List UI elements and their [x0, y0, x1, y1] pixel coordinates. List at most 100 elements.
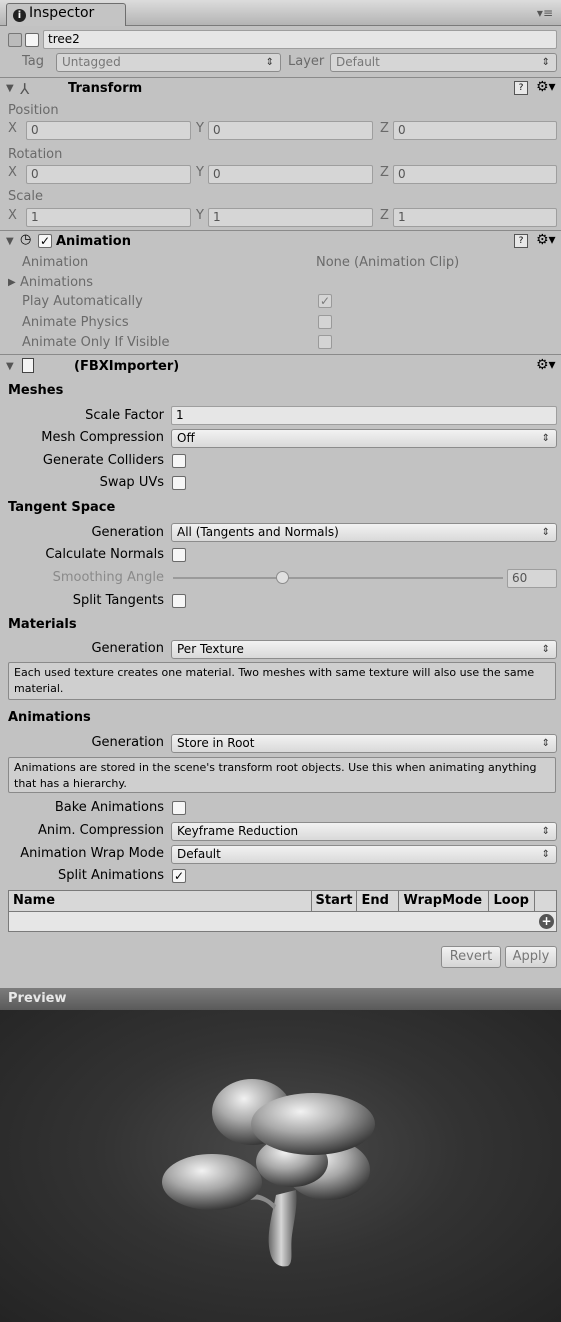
help-icon[interactable]: ? [514, 234, 528, 248]
animation-enabled-checkbox[interactable]: ✓ [38, 234, 52, 248]
animations-foldout-label[interactable]: Animations [20, 275, 93, 290]
split-animations-checkbox[interactable]: ✓ [172, 869, 186, 883]
object-name-input[interactable]: tree2 [43, 30, 557, 49]
clock-icon: ◷ [20, 232, 32, 247]
position-label: Position [8, 103, 59, 118]
generate-colliders-checkbox[interactable] [172, 454, 186, 468]
foldout-arrow-icon[interactable]: ▼ [6, 361, 14, 372]
axis-y-label: Y [196, 165, 204, 180]
tab-title: Inspector [29, 5, 95, 21]
divider [0, 77, 561, 78]
materials-help-box: Each used texture creates one material. … [8, 662, 556, 700]
anim-compression-label: Anim. Compression [37, 823, 164, 838]
divider [0, 354, 561, 355]
revert-button[interactable]: Revert [441, 946, 501, 968]
smoothing-angle-slider-track[interactable] [173, 577, 503, 579]
tag-value: Untagged [62, 55, 121, 69]
tab-inspector[interactable]: i Inspector [6, 3, 126, 26]
calculate-normals-checkbox[interactable] [172, 548, 186, 562]
gear-icon[interactable]: ⚙▾ [536, 232, 556, 248]
column-header-wrapmode: WrapMode [398, 891, 490, 911]
smoothing-angle-slider-thumb[interactable] [275, 571, 289, 584]
play-auto-label: Play Automatically [22, 294, 143, 309]
materials-generation-dropdown[interactable]: Per Texture ⇕ [171, 640, 557, 659]
swap-uvs-checkbox[interactable] [172, 476, 186, 490]
split-tangents-checkbox[interactable] [172, 594, 186, 608]
scale-z-input[interactable]: 1 [393, 208, 557, 227]
position-y-input[interactable]: 0 [208, 121, 373, 140]
column-header-end: End [356, 891, 400, 911]
animate-physics-label: Animate Physics [22, 315, 129, 330]
dropdown-arrow-icon: ⇕ [541, 527, 550, 538]
bake-animations-checkbox[interactable] [172, 801, 186, 815]
animations-generation-value: Store in Root [177, 736, 255, 750]
help-icon[interactable]: ? [514, 81, 528, 95]
smoothing-angle-input[interactable]: 60 [507, 569, 557, 588]
column-header-name: Name [9, 891, 312, 911]
play-auto-checkbox[interactable]: ✓ [318, 294, 332, 308]
layer-dropdown[interactable]: Default ⇕ [330, 53, 557, 72]
layer-label: Layer [288, 54, 325, 69]
animations-generation-dropdown[interactable]: Store in Root ⇕ [171, 734, 557, 753]
scale-y-input[interactable]: 1 [208, 208, 373, 227]
document-icon [22, 358, 34, 373]
axis-z-label: Z [380, 121, 389, 136]
animation-clip-label: Animation [22, 255, 89, 270]
wrap-mode-dropdown[interactable]: Default ⇕ [171, 845, 557, 864]
preview-viewport[interactable] [0, 1010, 561, 1322]
transform-title: Transform [68, 81, 143, 96]
axis-z-label: Z [380, 165, 389, 180]
position-z-input[interactable]: 0 [393, 121, 557, 140]
tab-menu-icon[interactable]: ▾≡ [537, 6, 553, 20]
scale-label: Scale [8, 189, 43, 204]
materials-generation-label: Generation [91, 641, 164, 656]
preview-title: Preview [8, 991, 67, 1006]
position-x-input[interactable]: 0 [26, 121, 191, 140]
info-icon: i [13, 9, 26, 22]
scale-factor-label: Scale Factor [85, 408, 164, 423]
foldout-arrow-icon[interactable]: ▶ [8, 277, 16, 288]
tab-bar: i Inspector ▾≡ [0, 0, 561, 26]
apply-button[interactable]: Apply [505, 946, 557, 968]
tangent-generation-dropdown[interactable]: All (Tangents and Normals) ⇕ [171, 523, 557, 542]
foldout-arrow-icon[interactable]: ▼ [6, 236, 14, 247]
anim-compression-dropdown[interactable]: Keyframe Reduction ⇕ [171, 822, 557, 841]
foldout-arrow-icon[interactable]: ▼ [6, 83, 14, 94]
add-animation-icon[interactable]: + [539, 913, 554, 929]
animate-visible-checkbox[interactable] [318, 335, 332, 349]
animation-clip-field[interactable]: None (Animation Clip) [316, 255, 459, 270]
dropdown-arrow-icon: ⇕ [541, 433, 550, 444]
transform-icon: ⅄ [20, 80, 30, 98]
rotation-y-input[interactable]: 0 [208, 165, 373, 184]
dropdown-arrow-icon: ⇕ [265, 57, 274, 68]
gear-icon[interactable]: ⚙▾ [536, 357, 556, 373]
axis-x-label: X [8, 165, 17, 180]
mesh-compression-label: Mesh Compression [41, 430, 164, 445]
tangent-space-header: Tangent Space [8, 500, 116, 515]
materials-generation-value: Per Texture [177, 642, 244, 656]
tag-dropdown[interactable]: Untagged ⇕ [56, 53, 281, 72]
animation-title: Animation [56, 234, 131, 249]
object-active-checkbox[interactable] [25, 33, 39, 47]
preview-header: Preview [0, 988, 561, 1010]
scale-x-input[interactable]: 1 [26, 208, 191, 227]
dropdown-arrow-icon: ⇕ [541, 644, 550, 655]
axis-y-label: Y [196, 121, 204, 136]
table-header-row: Name Start End WrapMode Loop [9, 891, 556, 911]
animations-generation-label: Generation [91, 735, 164, 750]
generate-colliders-label: Generate Colliders [42, 453, 164, 468]
materials-header: Materials [8, 617, 77, 632]
layer-value: Default [336, 55, 380, 69]
split-animations-table: Name Start End WrapMode Loop + [8, 890, 557, 932]
mesh-compression-dropdown[interactable]: Off ⇕ [171, 429, 557, 448]
calculate-normals-label: Calculate Normals [45, 547, 164, 562]
tangent-generation-value: All (Tangents and Normals) [177, 525, 339, 539]
scale-factor-input[interactable]: 1 [171, 406, 557, 425]
wrap-mode-label: Animation Wrap Mode [20, 846, 164, 861]
rotation-x-input[interactable]: 0 [26, 165, 191, 184]
axis-x-label: X [8, 208, 17, 223]
anim-compression-value: Keyframe Reduction [177, 824, 299, 838]
animate-physics-checkbox[interactable] [318, 315, 332, 329]
gear-icon[interactable]: ⚙▾ [536, 79, 556, 95]
rotation-z-input[interactable]: 0 [393, 165, 557, 184]
